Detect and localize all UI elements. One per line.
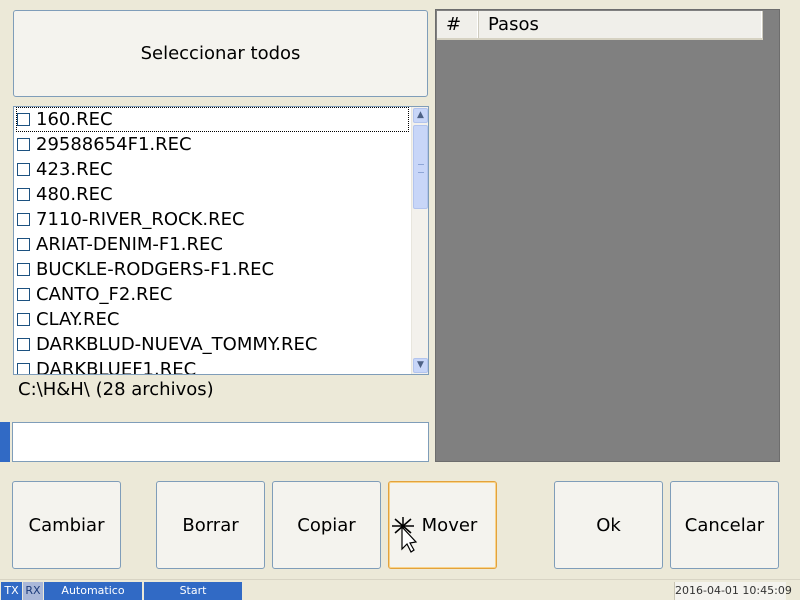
file-checkbox[interactable]	[17, 288, 30, 301]
filename-input[interactable]	[12, 422, 429, 462]
focus-marker	[0, 422, 10, 462]
change-button[interactable]: Cambiar	[12, 481, 121, 569]
file-checkbox[interactable]	[17, 213, 30, 226]
steps-table[interactable]: # Pasos	[435, 9, 780, 462]
scroll-up-arrow-icon[interactable]: ▲	[413, 108, 428, 123]
file-name: DARKBLUEF1.REC	[36, 359, 197, 375]
file-list-item[interactable]: 480.REC	[14, 182, 410, 207]
status-bar: TX RX Automatico Start 2016-04-01 10:45:…	[0, 579, 800, 600]
file-list-item[interactable]: 160.REC	[16, 107, 409, 132]
file-name: 160.REC	[36, 109, 113, 130]
file-list-item[interactable]: 423.REC	[14, 157, 410, 182]
file-list-item[interactable]: 7110-RIVER_ROCK.REC	[14, 207, 410, 232]
move-button[interactable]: Mover	[388, 481, 497, 569]
delete-button[interactable]: Borrar	[156, 481, 265, 569]
cancel-button-label: Cancelar	[684, 514, 765, 536]
change-button-label: Cambiar	[28, 514, 105, 536]
tx-indicator: TX	[1, 582, 22, 600]
file-name: 480.REC	[36, 184, 113, 205]
file-list-item[interactable]: BUCKLE-RODGERS-F1.REC	[14, 257, 410, 282]
file-name: CANTO_F2.REC	[36, 284, 173, 305]
file-list-item[interactable]: 29588654F1.REC	[14, 132, 410, 157]
file-name: CLAY.REC	[36, 309, 120, 330]
ok-button-label: Ok	[596, 514, 621, 536]
file-name: ARIAT-DENIM-F1.REC	[36, 234, 223, 255]
column-header-steps[interactable]: Pasos	[479, 11, 763, 38]
scroll-thumb[interactable]	[413, 125, 428, 209]
status-clock: 2016-04-01 10:45:09	[674, 582, 792, 600]
file-list-item[interactable]: DARKBLUD-NUEVA_TOMMY.REC	[14, 332, 410, 357]
column-header-number[interactable]: #	[437, 11, 479, 38]
rx-indicator: RX	[23, 582, 43, 600]
steps-table-header: # Pasos	[437, 11, 763, 40]
file-list-item[interactable]: ARIAT-DENIM-F1.REC	[14, 232, 410, 257]
move-button-label: Mover	[421, 514, 478, 536]
file-checkbox[interactable]	[17, 188, 30, 201]
folder-path-label: C:\H&H\ (28 archivos)	[18, 379, 214, 400]
ok-button[interactable]: Ok	[554, 481, 663, 569]
file-checkbox[interactable]	[17, 238, 30, 251]
file-list-item[interactable]: CANTO_F2.REC	[14, 282, 410, 307]
delete-button-label: Borrar	[182, 514, 239, 536]
start-indicator[interactable]: Start	[144, 582, 242, 600]
file-list-items: 160.REC 29588654F1.REC 423.REC 480.REC 7110-…	[14, 107, 410, 375]
file-name: DARKBLUD-NUEVA_TOMMY.REC	[36, 334, 318, 355]
mode-indicator: Automatico	[44, 582, 142, 600]
file-name: 7110-RIVER_ROCK.REC	[36, 209, 245, 230]
file-name: BUCKLE-RODGERS-F1.REC	[36, 259, 275, 280]
cancel-button[interactable]: Cancelar	[670, 481, 779, 569]
file-list-item[interactable]: DARKBLUEF1.REC	[14, 357, 410, 375]
file-checkbox[interactable]	[17, 138, 30, 151]
file-name: 29588654F1.REC	[36, 134, 192, 155]
file-checkbox[interactable]	[17, 313, 30, 326]
file-checkbox[interactable]	[17, 113, 30, 126]
file-name: 423.REC	[36, 159, 113, 180]
file-list-item[interactable]: CLAY.REC	[14, 307, 410, 332]
file-checkbox[interactable]	[17, 263, 30, 276]
file-checkbox[interactable]	[17, 163, 30, 176]
copy-button-label: Copiar	[297, 514, 356, 536]
file-checkbox[interactable]	[17, 338, 30, 351]
select-all-label: Seleccionar todos	[140, 43, 301, 64]
file-checkbox[interactable]	[17, 363, 30, 374]
file-list-scrollbar[interactable]: ▲ ▼	[411, 107, 428, 374]
copy-button[interactable]: Copiar	[272, 481, 381, 569]
file-list[interactable]: 160.REC 29588654F1.REC 423.REC 480.REC 7110-…	[13, 106, 429, 375]
scroll-down-arrow-icon[interactable]: ▼	[413, 358, 428, 373]
select-all-button[interactable]: Seleccionar todos	[13, 10, 428, 97]
